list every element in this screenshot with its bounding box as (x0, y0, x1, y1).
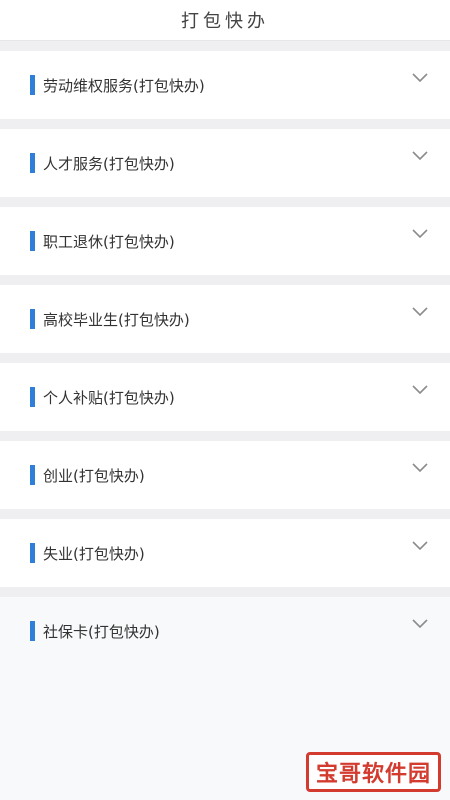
section-label: 人才服务(打包快办) (43, 154, 175, 173)
chevron-down-icon[interactable] (412, 229, 428, 239)
section-personal-subsidy[interactable]: 个人补贴(打包快办) (0, 353, 450, 431)
chevron-down-icon[interactable] (412, 463, 428, 473)
section-accent-bar (30, 231, 35, 251)
section-accent-bar (30, 75, 35, 95)
section-accent-bar (30, 465, 35, 485)
section-label: 高校毕业生(打包快办) (43, 310, 190, 329)
section-accent-bar (30, 543, 35, 563)
chevron-down-icon[interactable] (412, 541, 428, 551)
section-label: 个人补贴(打包快办) (43, 388, 175, 407)
section-labor-rights[interactable]: 劳动维权服务(打包快办) (0, 41, 450, 119)
section-label: 劳动维权服务(打包快办) (43, 76, 205, 95)
watermark-text: 宝哥软件园 (315, 762, 431, 787)
chevron-down-icon[interactable] (412, 151, 428, 161)
section-talent-service[interactable]: 人才服务(打包快办) (0, 119, 450, 197)
chevron-down-icon[interactable] (412, 385, 428, 395)
section-label: 社保卡(打包快办) (43, 622, 160, 641)
section-accent-bar (30, 309, 35, 329)
page-title: 打包快办 (181, 11, 269, 32)
watermark-logo: 宝哥软件园 (306, 752, 441, 792)
section-retirement[interactable]: 职工退休(打包快办) (0, 197, 450, 275)
chevron-down-icon[interactable] (412, 307, 428, 317)
section-social-security-card[interactable]: 社保卡(打包快办) (0, 587, 450, 665)
section-graduates[interactable]: 高校毕业生(打包快办) (0, 275, 450, 353)
section-label: 失业(打包快办) (43, 544, 145, 563)
section-accent-bar (30, 153, 35, 173)
section-entrepreneurship[interactable]: 创业(打包快办) (0, 431, 450, 509)
section-accent-bar (30, 387, 35, 407)
chevron-down-icon[interactable] (412, 619, 428, 629)
service-list: 劳动维权服务(打包快办) 人才服务(打包快办) 职工退休(打包快办) 高校毕业生… (0, 41, 450, 665)
section-label: 职工退休(打包快办) (43, 232, 175, 251)
section-accent-bar (30, 621, 35, 641)
section-unemployment[interactable]: 失业(打包快办) (0, 509, 450, 587)
chevron-down-icon[interactable] (412, 73, 428, 83)
page-header: 打包快办 (0, 0, 450, 41)
section-label: 创业(打包快办) (43, 466, 145, 485)
